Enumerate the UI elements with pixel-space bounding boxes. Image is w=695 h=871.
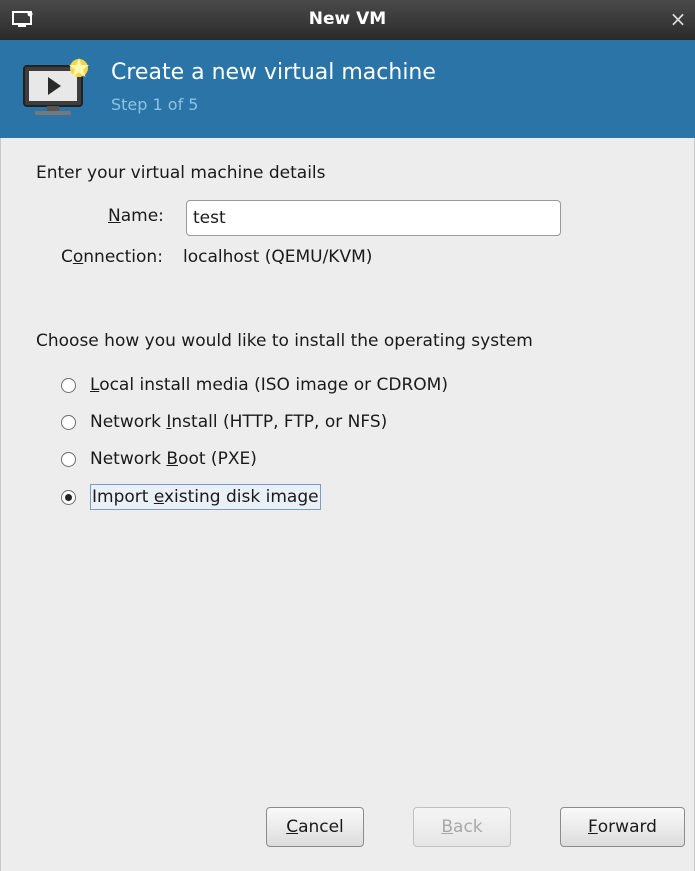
close-icon[interactable]: ×: [667, 7, 689, 31]
banner-step: Step 1 of 5: [111, 95, 199, 114]
radio-button[interactable]: [61, 451, 76, 467]
connection-value: localhost (QEMU/KVM): [183, 247, 373, 267]
window-title: New VM: [308, 9, 387, 29]
radio-network-boot[interactable]: Network Boot (PXE): [61, 444, 257, 474]
install-heading: Choose how you would like to install the…: [36, 331, 533, 351]
radio-label[interactable]: Network Install (HTTP, FTP, or NFS): [90, 412, 387, 432]
back-button[interactable]: Back: [413, 807, 511, 847]
details-heading: Enter your virtual machine details: [36, 163, 326, 183]
cancel-button[interactable]: Cancel: [266, 807, 364, 847]
banner-title: Create a new virtual machine: [111, 60, 436, 85]
radio-import-disk[interactable]: Import existing disk image: [61, 482, 321, 512]
vm-screen-icon: [23, 58, 89, 115]
radio-button[interactable]: [61, 377, 76, 393]
name-input[interactable]: [186, 200, 561, 236]
radio-network-install[interactable]: Network Install (HTTP, FTP, or NFS): [61, 407, 387, 437]
radio-label[interactable]: Local install media (ISO image or CDROM): [90, 375, 448, 395]
forward-button[interactable]: Forward: [560, 807, 685, 847]
wizard-banner: Create a new virtual machine Step 1 of 5: [0, 40, 695, 138]
radio-label[interactable]: Import existing disk image: [90, 484, 321, 510]
window-titlebar: New VM ×: [0, 0, 695, 40]
radio-button-selected[interactable]: [61, 489, 76, 505]
radio-label[interactable]: Network Boot (PXE): [90, 449, 257, 469]
wizard-content: Enter your virtual machine details Name:…: [0, 138, 695, 871]
radio-local-install[interactable]: Local install media (ISO image or CDROM): [61, 370, 448, 400]
radio-button[interactable]: [61, 414, 76, 430]
name-label: Name:: [108, 206, 164, 226]
connection-label: Connection:: [61, 247, 163, 267]
